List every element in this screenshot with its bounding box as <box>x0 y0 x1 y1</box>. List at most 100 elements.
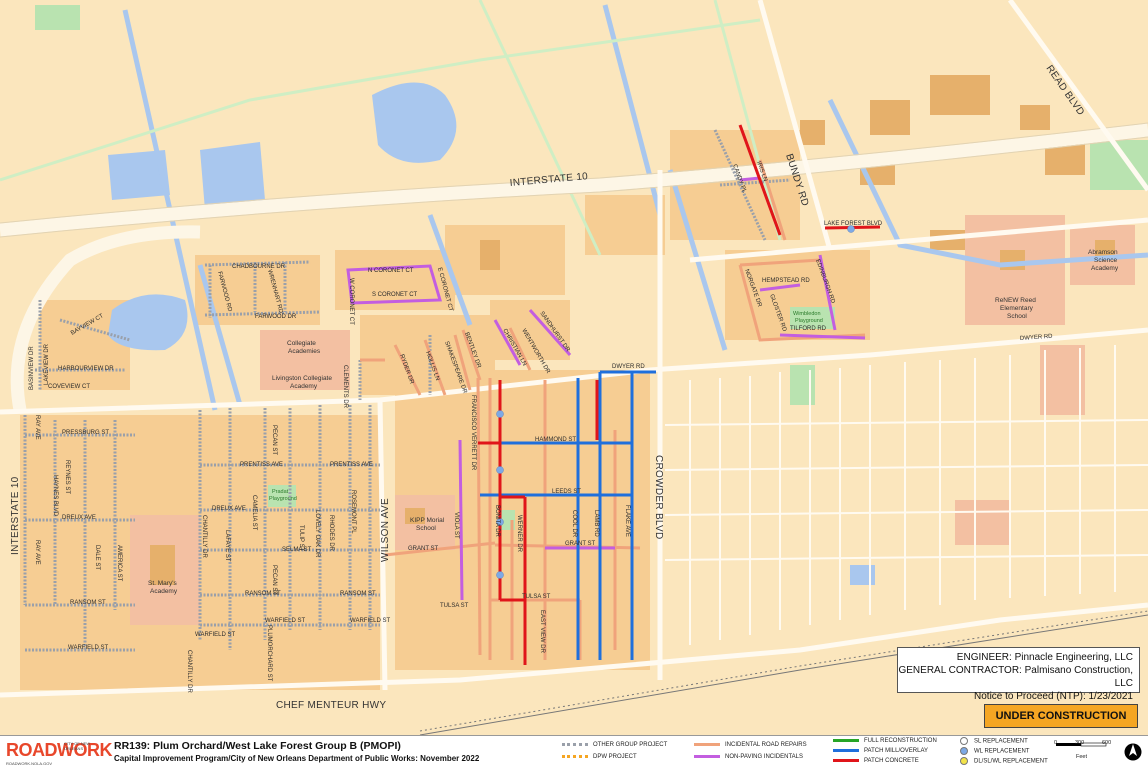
label-harbourview-dr: HARBOURVIEW DR <box>58 366 114 372</box>
label-dreux-ave: DREUX AVE <box>62 515 96 521</box>
label-renew-reed-3: School <box>1007 313 1027 320</box>
scale-unit: Feet <box>1076 754 1088 760</box>
label-america-st: AMERICA ST <box>116 545 122 582</box>
wl-dot <box>960 747 968 755</box>
label-tulip-st: TULIP ST <box>298 525 304 552</box>
label-s-coronet-ct: S CORONET CT <box>372 292 418 298</box>
map: INTERSTATE 10 INTERSTATE 10 READ BLVD BU… <box>0 0 1148 735</box>
label-ray-ave: RAY AVE <box>34 415 40 440</box>
legend-non-paving: NON-PAVING INCIDENTALS <box>694 753 803 761</box>
project-title: RR139: Plum Orchard/West Lake Forest Gro… <box>114 740 401 752</box>
label-prentiss-ave-2: PRENTISS AVE <box>330 462 373 468</box>
label-w-coronet-ct: W CORONET CT <box>348 278 354 325</box>
label-hammond-st: HAMMOND ST <box>535 437 576 443</box>
legend-other-group: OTHER GROUP PROJECT <box>562 741 667 749</box>
label-livingston-collegiate: Livingston Collegiate <box>272 375 332 382</box>
label-lamb-rd: LAMB RD <box>593 510 599 537</box>
label-collegiate-academies: Collegiate <box>287 340 316 347</box>
label-pecan-st-2: PECAN ST <box>271 565 277 595</box>
scale-tick-0: 0 <box>1054 740 1058 746</box>
label-hempstead-rd: HEMPSTEAD RD <box>762 278 810 284</box>
ntp-line: Notice to Proceed (NTP): 1/23/2021 <box>974 691 1133 702</box>
dl-dot <box>960 757 968 765</box>
label-lovely-oak-dr: LOVELY OAK DR <box>314 510 320 558</box>
sl-dot <box>960 737 968 745</box>
legend-dl-replacement: DL/SL/WL REPLACEMENT <box>960 757 1048 765</box>
label-dreux-ave-2: DREUX AVE <box>212 506 246 512</box>
label-collegiate-academies-2: Academies <box>288 348 321 355</box>
label-chantilly-dr: CHANTILLY DR <box>201 515 207 558</box>
label-abramson-2: Science <box>1094 257 1118 264</box>
label-grant-st: GRANT ST <box>565 541 596 547</box>
label-chadbourne-dr: CHADBOURNE DR <box>232 264 286 270</box>
patch-concrete-swatch <box>833 758 859 762</box>
label-warfield-st: WARFIELD ST <box>68 645 108 651</box>
label-basinview-dr: BASINVIEW DR <box>29 346 35 390</box>
legend-sl-replacement: SL REPLACEMENT <box>960 737 1028 745</box>
label-tulsa-st: TULSA ST <box>522 594 551 600</box>
label-cool-dr: COOL DR <box>571 510 577 538</box>
label-warfield-st-4: WARFIELD ST <box>350 618 390 624</box>
label-selma-st: SELMA ST <box>282 547 312 553</box>
label-abramson: Abramson <box>1088 249 1118 256</box>
label-viola-st: VIOLA ST <box>453 512 459 539</box>
label-leeds-st: LEEDS ST <box>552 489 581 495</box>
legend-wl-replacement: WL REPLACEMENT <box>960 747 1029 755</box>
label-kipp-morial: KIPP Morial <box>410 517 445 524</box>
label-wimbledon-playground: Wimbledon <box>793 311 821 317</box>
label-interstate-10-left: INTERSTATE 10 <box>10 476 21 555</box>
label-n-coronet-ct: N CORONET CT <box>368 268 414 274</box>
label-east-view-dr: EAST VIEW DR <box>539 610 545 654</box>
label-ransom-st: RANSOM ST <box>70 600 106 606</box>
label-st-marys: St. Mary's <box>148 580 177 587</box>
full-reconstruction-swatch <box>833 738 859 742</box>
label-tulsa-st-left: TULSA ST <box>440 603 469 609</box>
label-ray-ave-2: RAY AVE <box>34 540 40 565</box>
label-renew-reed-2: Elementary <box>1000 305 1034 312</box>
label-bonita-dr: BONITA DR <box>494 505 500 538</box>
logo-org: CITY OF NEW ORLEANS <box>64 741 91 751</box>
label-abramson-3: Academy <box>1091 265 1119 272</box>
label-kipp-morial-2: School <box>416 525 436 532</box>
label-pradat-playground: Pradat <box>272 489 289 495</box>
label-haynes-blvd: HAYNES BLVD <box>52 475 58 517</box>
footer: ROADWORK CITY OF NEW ORLEANS ROADWORK.NO… <box>0 735 1148 768</box>
label-lake-forest-blvd: LAKE FOREST BLVD <box>824 221 883 227</box>
non-paving-swatch <box>694 754 720 758</box>
label-st-marys-2: Academy <box>150 588 178 595</box>
label-rosemont-pl: ROSEMONT PL <box>350 490 356 534</box>
label-coveview-ct: COVEVIEW CT <box>48 384 90 390</box>
label-pradat-playground-2: Playground <box>269 496 297 502</box>
other-group-swatch <box>562 742 588 746</box>
label-grant-st-left: GRANT ST <box>408 546 439 552</box>
label-clements-dr: CLEMENTS DR <box>342 365 348 409</box>
label-wimbledon-playground-2: Playground <box>795 318 823 324</box>
roadwork-logo: ROADWORK CITY OF NEW ORLEANS ROADWORK.NO… <box>6 740 113 766</box>
contractor-line: GENERAL CONTRACTOR: Palmisano Constructi… <box>898 665 1133 689</box>
scale-tick-300: 300 <box>1075 740 1085 746</box>
label-plumorchard-st: PLUMORCHARD ST <box>266 625 272 682</box>
label-francisco-verrett-dr: FRANCISCO VERRETT DR <box>470 395 476 471</box>
label-reynes-st: REYNES ST <box>64 460 70 494</box>
incidental-swatch <box>694 742 720 746</box>
label-dale-st: DALE ST <box>94 545 100 570</box>
label-warfield-st-2: WARFIELD ST <box>195 632 235 638</box>
legend-dpw-project: DPW PROJECT <box>562 753 637 761</box>
legend-patch-concrete: PATCH CONCRETE <box>833 757 919 765</box>
label-farwood-dr: FARWOOD DR <box>255 314 297 320</box>
label-werner-dr: WERNER DR <box>516 515 522 553</box>
label-tilford-rd: TILFORD RD <box>790 326 827 332</box>
patch-mill-swatch <box>833 748 859 752</box>
label-camelia-st: CAMELIA ST <box>251 495 257 531</box>
label-pecan-st: PECAN ST <box>271 425 277 455</box>
label-flake-ave: FLAKE AVE <box>624 505 630 537</box>
label-crowder-blvd: CROWDER BLVD <box>653 455 664 540</box>
label-warfield-st-3: WARFIELD ST <box>265 618 305 624</box>
label-lakeview-dr: LAKEVIEW DR <box>44 343 50 385</box>
label-wilson-ave: WILSON AVE <box>380 498 391 562</box>
logo-url: ROADWORK.NOLA.GOV <box>6 761 53 766</box>
status-badge: UNDER CONSTRUCTION <box>984 704 1138 728</box>
label-chantilly-dr-2: CHANTILLY DR <box>186 650 192 693</box>
label-pressburg-st: PRESSBURG ST <box>62 430 109 436</box>
north-arrow-icon <box>1124 740 1142 764</box>
